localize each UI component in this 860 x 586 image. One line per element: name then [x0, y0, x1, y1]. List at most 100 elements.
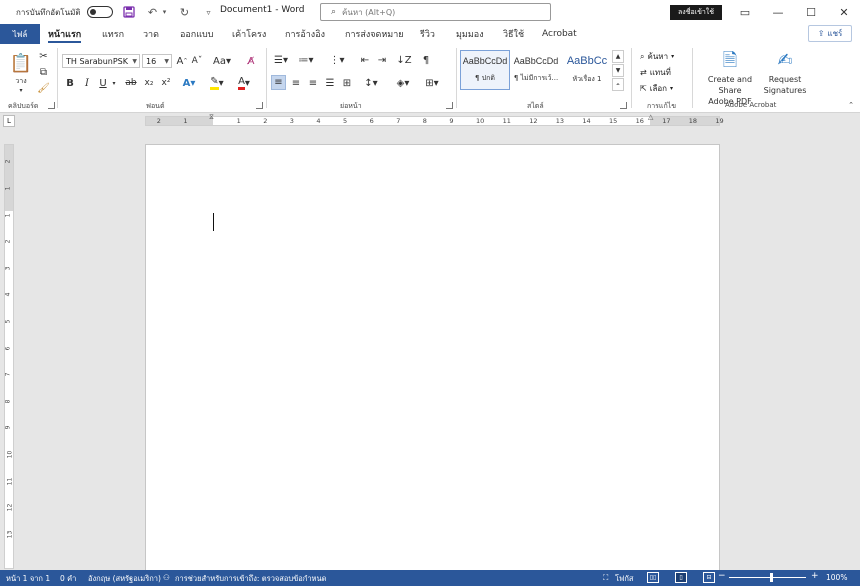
- vertical-ruler[interactable]: 2 1 1 2 3 4 5 6 7 8 9 10 11 12 13: [4, 144, 14, 569]
- align-right-icon[interactable]: ≡: [306, 76, 320, 90]
- tab-view[interactable]: มุมมอง: [456, 24, 484, 44]
- find-button[interactable]: ⌕ ค้นหา ▾: [640, 50, 674, 63]
- styles-scroll-up-icon[interactable]: ▲: [612, 50, 624, 63]
- justify-icon[interactable]: ☰: [323, 76, 337, 90]
- right-indent-icon[interactable]: △: [648, 113, 656, 126]
- print-layout-icon[interactable]: ▯: [675, 572, 687, 583]
- change-case-icon[interactable]: Aa▾: [212, 54, 232, 68]
- font-size-dropdown[interactable]: 16 ▼: [142, 54, 172, 68]
- styles-launcher-icon[interactable]: [620, 102, 627, 109]
- share-button[interactable]: ⇪ แชร์: [808, 25, 852, 42]
- tab-layout[interactable]: เค้าโครง: [232, 24, 266, 44]
- font-launcher-icon[interactable]: [256, 102, 263, 109]
- highlight-color-icon[interactable]: ✎ ▾: [208, 76, 226, 90]
- focus-mode[interactable]: โฟกัส: [615, 573, 633, 585]
- increase-indent-icon[interactable]: ⇥: [375, 53, 389, 67]
- tab-references[interactable]: การอ้างอิง: [285, 24, 325, 44]
- zoom-slider[interactable]: [729, 577, 806, 578]
- style-normal-sample: AaBbCcDd: [462, 56, 508, 66]
- undo-dropdown-icon[interactable]: ▾: [161, 4, 169, 20]
- style-normal-name: ¶ ปกติ: [475, 74, 495, 82]
- multilevel-list-icon[interactable]: ⋮▾: [327, 53, 347, 67]
- page-count[interactable]: หน้า 1 จาก 1: [6, 573, 50, 585]
- signin-button[interactable]: ลงชื่อเข้าใช้: [670, 5, 722, 20]
- tab-design[interactable]: ออกแบบ: [180, 24, 214, 44]
- document-page[interactable]: [145, 144, 720, 574]
- tab-review[interactable]: รีวิว: [420, 24, 435, 44]
- save-icon[interactable]: [121, 4, 137, 20]
- clear-formatting-icon[interactable]: A̸: [244, 54, 258, 68]
- font-name-dropdown[interactable]: TH SarabunPSK ▼: [62, 54, 140, 68]
- language-status[interactable]: อังกฤษ (สหรัฐอเมริกา): [88, 573, 161, 585]
- ruler-number: 1: [236, 117, 241, 125]
- zoom-slider-thumb[interactable]: [770, 573, 774, 582]
- decrease-indent-icon[interactable]: ⇤: [358, 53, 372, 67]
- redo-icon[interactable]: ↻: [177, 4, 193, 20]
- tab-selector[interactable]: L: [3, 115, 15, 127]
- paragraph-launcher-icon[interactable]: [446, 102, 453, 109]
- grow-font-icon[interactable]: A ^: [176, 54, 188, 68]
- create-share-pdf-button[interactable]: 🗎 Create and Share Adobe PDF: [697, 48, 763, 107]
- underline-dropdown-icon[interactable]: ▾: [110, 76, 118, 90]
- bullets-icon[interactable]: ☰▾: [271, 53, 291, 67]
- minimize-icon[interactable]: —: [764, 3, 792, 21]
- request-signatures-button[interactable]: ✍ Request Signatures: [763, 48, 807, 96]
- tab-insert[interactable]: แทรก: [102, 24, 124, 44]
- select-button[interactable]: ⇱ เลือก ▾: [640, 82, 673, 95]
- subscript-icon[interactable]: x₂: [143, 76, 155, 90]
- zoom-level[interactable]: 100%: [826, 573, 847, 582]
- tab-mailings[interactable]: การส่งจดหมาย: [345, 24, 404, 44]
- tab-home[interactable]: หน้าแรก: [48, 24, 82, 44]
- styles-more-icon[interactable]: ⩡: [612, 78, 624, 91]
- underline-icon[interactable]: U: [97, 76, 109, 90]
- paste-label[interactable]: วาง: [12, 76, 30, 86]
- italic-icon[interactable]: I: [81, 76, 93, 90]
- text-effects-icon[interactable]: A▾: [180, 76, 198, 90]
- first-line-indent-icon[interactable]: ⧖: [209, 113, 217, 126]
- paste-icon[interactable]: 📋: [10, 50, 32, 76]
- borders-icon[interactable]: ⊞▾: [420, 76, 444, 90]
- align-center-icon[interactable]: ≡: [289, 76, 303, 90]
- close-icon[interactable]: ✕: [830, 3, 858, 21]
- word-count[interactable]: 0 คำ: [60, 573, 76, 585]
- format-painter-icon[interactable]: 🖌: [37, 82, 50, 95]
- autosave-toggle[interactable]: [86, 6, 113, 18]
- ribbon-display-icon[interactable]: ▭: [731, 3, 759, 21]
- style-normal[interactable]: AaBbCcDd ¶ ปกติ: [460, 50, 510, 90]
- zoom-in-icon[interactable]: +: [811, 571, 819, 581]
- tab-draw[interactable]: วาด: [143, 24, 159, 44]
- show-marks-icon[interactable]: ¶: [419, 53, 433, 67]
- shading-icon[interactable]: ◈▾: [393, 76, 413, 90]
- web-layout-icon[interactable]: ⊟: [703, 572, 715, 583]
- horizontal-ruler[interactable]: 2 1 1 2 3 4 5 6 7 8 9 10 11 12 13 14 15 16 17 18 19: [145, 116, 724, 126]
- maximize-icon[interactable]: ☐: [797, 3, 825, 21]
- paste-dropdown-icon[interactable]: ▾: [14, 86, 28, 94]
- accessibility-status[interactable]: การช่วยสำหรับการเข้าถึง: ตรวจสอบข้อกำหนด: [175, 573, 326, 585]
- style-no-spacing[interactable]: AaBbCcDd ¶ ไม่มีการเว้...: [511, 50, 561, 90]
- numbering-icon[interactable]: ≔▾: [296, 53, 316, 67]
- styles-scroll-down-icon[interactable]: ▼: [612, 64, 624, 77]
- customize-icon[interactable]: ▿: [201, 4, 217, 20]
- tab-help[interactable]: วิธีใช้: [503, 24, 524, 44]
- tab-acrobat[interactable]: Acrobat: [542, 24, 577, 44]
- cut-icon[interactable]: ✂: [37, 50, 50, 63]
- align-left-icon[interactable]: ≡: [271, 75, 286, 90]
- undo-icon[interactable]: ↶: [145, 4, 161, 20]
- copy-icon[interactable]: ⧉: [37, 66, 50, 79]
- collapse-ribbon-icon[interactable]: ⌃: [846, 100, 856, 110]
- font-color-icon[interactable]: A ▾: [234, 76, 254, 90]
- superscript-icon[interactable]: x²: [160, 76, 172, 90]
- read-mode-icon[interactable]: ▯▯: [647, 572, 659, 583]
- zoom-out-icon[interactable]: −: [718, 571, 726, 581]
- line-spacing-icon[interactable]: ↕▾: [361, 76, 381, 90]
- shrink-font-icon[interactable]: Aˇ: [191, 54, 203, 68]
- search-box[interactable]: ⌕ ค้นหา (Alt+Q): [320, 3, 551, 21]
- clipboard-launcher-icon[interactable]: [48, 102, 55, 109]
- thai-distribute-icon[interactable]: ⊞: [340, 76, 354, 90]
- bold-icon[interactable]: B: [64, 76, 76, 90]
- tab-file[interactable]: ไฟล์: [0, 24, 40, 44]
- style-heading-1[interactable]: AaBbCc หัวเรื่อง 1: [562, 50, 612, 90]
- replace-button[interactable]: ⇄ แทนที่: [640, 66, 671, 79]
- sort-icon[interactable]: ↓Z: [396, 53, 411, 67]
- strikethrough-icon[interactable]: ab: [124, 76, 138, 90]
